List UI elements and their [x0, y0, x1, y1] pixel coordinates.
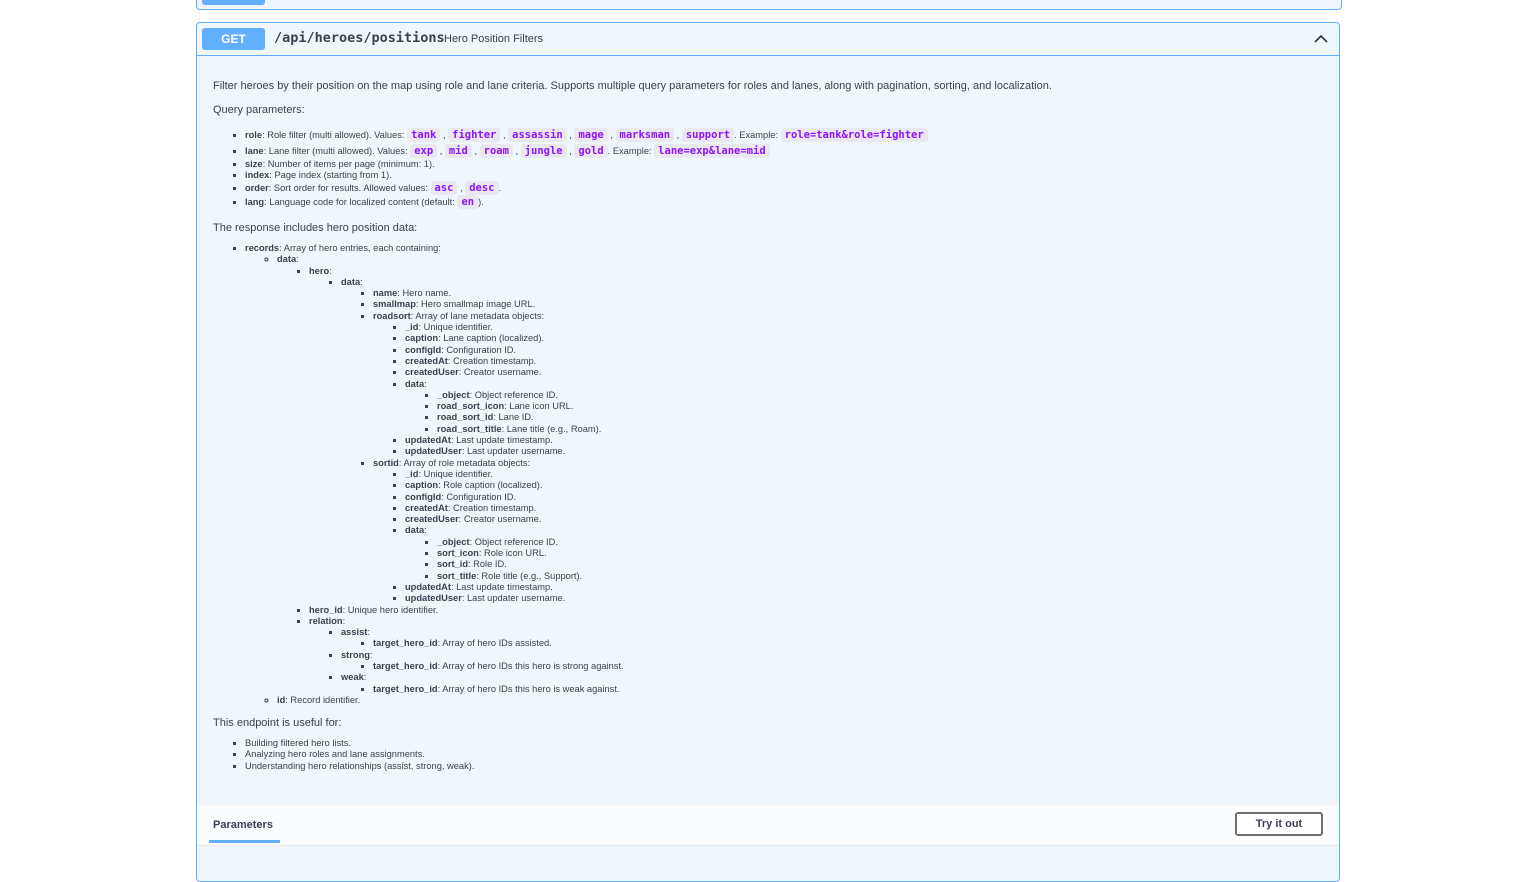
parameters-header: Parameters Try it out: [197, 805, 1339, 846]
tree-item: data: _object: Object reference ID. sort…: [405, 525, 1323, 581]
tree-item: target_hero_id: Array of hero IDs assist…: [373, 638, 1323, 649]
tree-item: updatedAt: Last update timestamp.: [405, 582, 1323, 593]
tree-item: createdUser: Creator username.: [405, 367, 1323, 378]
tree-item: configId: Configuration ID.: [405, 345, 1323, 356]
lane-example: lane=exp&lane=mid: [654, 144, 770, 158]
previous-method-badge: [202, 0, 265, 5]
tree-item: sort_title: Role title (e.g., Support).: [437, 571, 1323, 582]
tree-item: data: name: Hero name. smallmap: Hero sm…: [341, 277, 1323, 605]
tree-item: data: hero: data: name: Hero name. small…: [277, 254, 1323, 695]
tree-item: createdAt: Creation timestamp.: [405, 503, 1323, 514]
lane-value: gold: [574, 144, 608, 158]
uses-heading: This endpoint is useful for:: [213, 717, 342, 730]
tree-item: updatedUser: Last updater username.: [405, 446, 1323, 457]
endpoint-summary-text: Hero Position Filters: [444, 33, 544, 45]
tree-item: road_sort_id: Lane ID.: [437, 412, 1323, 423]
tree-item: data: _object: Object reference ID. road…: [405, 379, 1323, 435]
role-value: fighter: [448, 128, 501, 142]
tab-underline: [209, 840, 280, 843]
tree-item: records: Array of hero entries, each con…: [245, 243, 1323, 706]
response-tree: records: Array of hero entries, each con…: [213, 243, 1323, 706]
tree-item: configId: Configuration ID.: [405, 492, 1323, 503]
try-it-out-button[interactable]: Try it out: [1235, 812, 1323, 836]
param-role: role: Role filter (multi allowed). Value…: [245, 127, 1323, 143]
tree-item: relation: assist: target_hero_id: Array …: [309, 616, 1323, 695]
tree-item: caption: Role caption (localized).: [405, 480, 1323, 491]
tree-item: target_hero_id: Array of hero IDs this h…: [373, 684, 1323, 695]
list-item: Understanding hero relationships (assist…: [245, 761, 1323, 772]
response-heading: The response includes hero position data…: [213, 222, 418, 234]
lane-value: roam: [479, 144, 513, 158]
role-value: tank: [407, 128, 441, 142]
tree-item: sort_id: Role ID.: [437, 559, 1323, 570]
role-value: mage: [574, 128, 608, 142]
tree-item: weak: target_hero_id: Array of hero IDs …: [341, 672, 1323, 695]
tree-item: name: Hero name.: [373, 288, 1323, 299]
order-value: desc: [465, 181, 499, 195]
tree-item: createdAt: Creation timestamp.: [405, 356, 1323, 367]
order-value: asc: [430, 181, 458, 195]
tree-item: strong: target_hero_id: Array of hero ID…: [341, 650, 1323, 673]
param-index: index: Page index (starting from 1).: [245, 170, 1323, 181]
list-item: Analyzing hero roles and lane assignment…: [245, 749, 1323, 760]
endpoint-summary[interactable]: GET /api/heroes/positions Hero Position …: [197, 23, 1339, 56]
tree-item: id: Record identifier.: [277, 695, 1323, 706]
param-lane: lane: Lane filter (multi allowed). Value…: [245, 143, 1323, 159]
tree-item: sortid: Array of role metadata objects: …: [373, 458, 1323, 605]
tree-item: _id: Unique identifier.: [405, 322, 1323, 333]
endpoint-block: GET /api/heroes/positions Hero Position …: [196, 22, 1340, 882]
lane-value: mid: [444, 144, 472, 158]
role-value: marksman: [615, 128, 675, 142]
tree-item: hero_id: Unique hero identifier.: [309, 605, 1323, 616]
tree-item: road_sort_title: Lane title (e.g., Roam)…: [437, 424, 1323, 435]
intro-text: Filter heroes by their position on the m…: [213, 80, 1052, 92]
tree-item: updatedAt: Last update timestamp.: [405, 435, 1323, 446]
method-badge: GET: [202, 28, 265, 50]
tree-item: _object: Object reference ID.: [437, 537, 1323, 548]
previous-endpoint-block[interactable]: [196, 0, 1342, 10]
endpoint-path: /api/heroes/positions: [274, 30, 445, 46]
role-value: support: [681, 128, 735, 142]
tree-item: updatedUser: Last updater username.: [405, 593, 1323, 604]
tree-item: target_hero_id: Array of hero IDs this h…: [373, 661, 1323, 672]
tree-item: road_sort_icon: Lane icon URL.: [437, 401, 1323, 412]
role-value: assassin: [508, 128, 567, 142]
endpoint-description: Filter heroes by their position on the m…: [213, 79, 1323, 772]
tree-item: smallmap: Hero smallmap image URL.: [373, 299, 1323, 310]
tree-item: roadsort: Array of lane metadata objects…: [373, 311, 1323, 458]
lane-value: jungle: [520, 144, 567, 158]
param-lang: lang: Language code for localized conten…: [245, 195, 1323, 209]
tree-item: sort_icon: Role icon URL.: [437, 548, 1323, 559]
list-item: Building filtered hero lists.: [245, 738, 1323, 749]
param-order: order: Sort order for results. Allowed v…: [245, 181, 1323, 195]
tab-parameters[interactable]: Parameters: [213, 819, 273, 831]
lane-value: exp: [410, 144, 438, 158]
lang-default: en: [457, 195, 479, 209]
query-heading: Query parameters:: [213, 104, 305, 116]
tree-item: assist: target_hero_id: Array of hero ID…: [341, 627, 1323, 650]
tree-item: _object: Object reference ID.: [437, 390, 1323, 401]
chevron-up-icon[interactable]: [1313, 31, 1329, 47]
role-example: role=tank&role=fighter: [780, 128, 928, 142]
tree-item: hero: data: name: Hero name. smallmap: H…: [309, 266, 1323, 605]
uses-list: Building filtered hero lists. Analyzing …: [213, 738, 1323, 772]
tree-item: caption: Lane caption (localized).: [405, 333, 1323, 344]
query-param-list: role: Role filter (multi allowed). Value…: [213, 127, 1323, 209]
tree-item: _id: Unique identifier.: [405, 469, 1323, 480]
tree-item: createdUser: Creator username.: [405, 514, 1323, 525]
param-size: size: Number of items per page (minimum:…: [245, 159, 1323, 170]
